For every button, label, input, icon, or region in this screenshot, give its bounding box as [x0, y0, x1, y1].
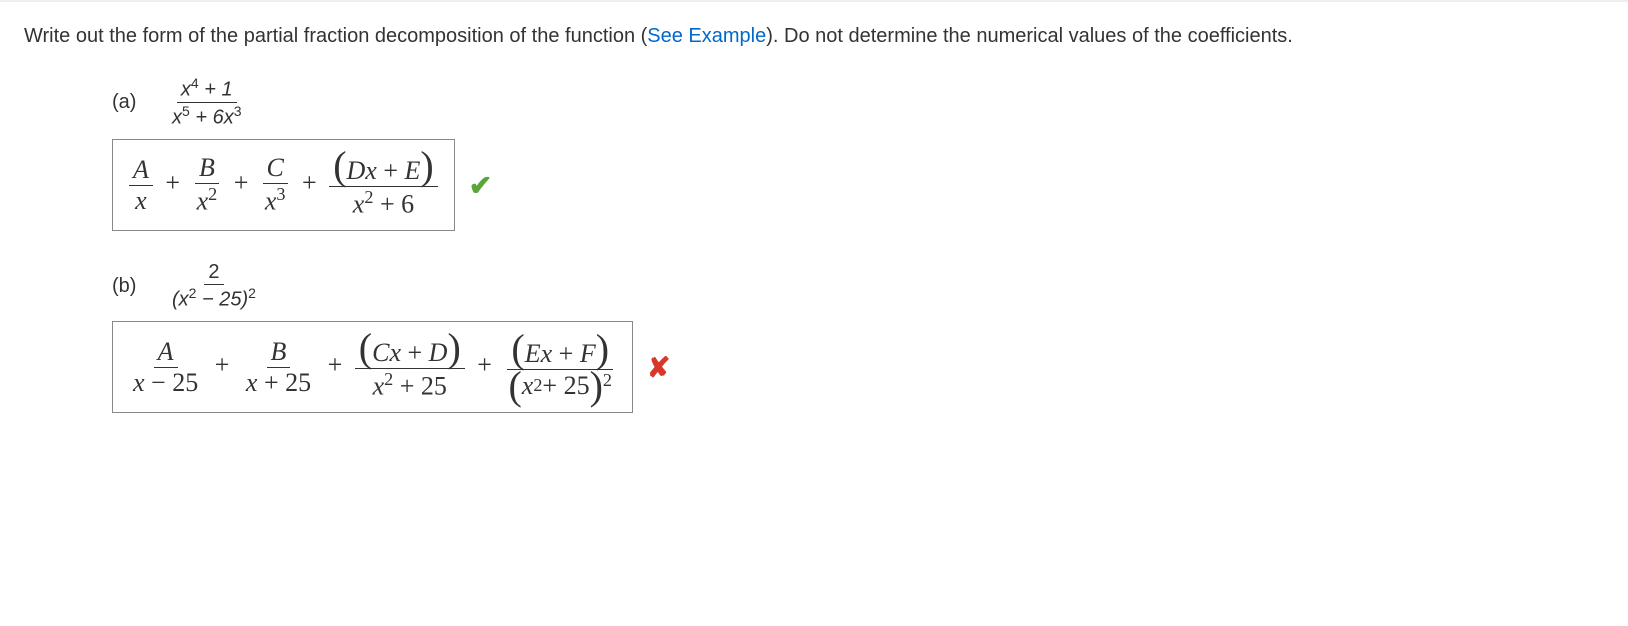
- plus-op: +: [159, 168, 186, 197]
- see-example-link[interactable]: See Example: [647, 25, 766, 47]
- part-b-label: (b): [112, 275, 144, 298]
- part-a-answer-box[interactable]: A x + B x2 + C x3 + (Dx + E) x2 + 6: [112, 139, 455, 230]
- part-b-answer-box[interactable]: A x − 25 + B x + 25 + (Cx + D) x2 + 25 +…: [112, 321, 633, 412]
- term-b3-den: x2 + 25: [369, 369, 451, 402]
- term-b1: A x − 25: [129, 337, 202, 398]
- term-a1-den: x: [131, 186, 151, 216]
- plus-op: +: [296, 168, 323, 197]
- part-a: (a) x4 + 1 x5 + 6x3 A x + B x2 + C x3 + …: [112, 75, 1604, 231]
- part-b-q-denominator: (x2 − 25)2: [168, 285, 260, 312]
- plus-op: +: [322, 350, 349, 379]
- term-b2: B x + 25: [242, 337, 315, 398]
- checkmark-icon: ✔: [469, 169, 492, 202]
- term-b3-num: (Cx + D): [355, 332, 465, 369]
- plus-op: +: [209, 350, 236, 379]
- term-a2: B x2: [193, 153, 222, 216]
- term-a4-den: x2 + 6: [349, 187, 418, 220]
- term-a2-num: B: [195, 153, 219, 184]
- cross-icon: ✘: [647, 351, 670, 384]
- plus-op: +: [471, 350, 498, 379]
- term-b4: (Ex + F) (x2 + 25)2: [504, 333, 616, 402]
- term-a4: (Dx + E) x2 + 6: [329, 150, 438, 219]
- term-b2-den: x + 25: [242, 368, 315, 398]
- term-b2-num: B: [267, 337, 291, 368]
- term-a3-num: C: [263, 153, 288, 184]
- term-a2-den: x2: [193, 184, 222, 217]
- term-a3: C x3: [261, 153, 290, 216]
- part-b-question-fraction: 2 (x2 − 25)2: [168, 261, 260, 312]
- term-b1-den: x − 25: [129, 368, 202, 398]
- plus-op: +: [228, 168, 255, 197]
- part-a-label: (a): [112, 91, 144, 114]
- part-b: (b) 2 (x2 − 25)2 A x − 25 + B x + 25 + (…: [112, 261, 1604, 413]
- term-a4-num: (Dx + E): [329, 150, 438, 187]
- term-b1-num: A: [154, 337, 178, 368]
- part-a-q-denominator: x5 + 6x3: [168, 103, 246, 130]
- part-b-q-numerator: 2: [204, 261, 223, 285]
- term-a3-den: x3: [261, 184, 290, 217]
- term-a1-num: A: [129, 155, 153, 186]
- term-b3: (Cx + D) x2 + 25: [355, 332, 465, 401]
- part-a-question-fraction: x4 + 1 x5 + 6x3: [168, 75, 246, 129]
- instruction-text: Write out the form of the partial fracti…: [24, 22, 1604, 51]
- term-b4-den: (x2 + 25)2: [504, 370, 616, 402]
- instruction-post: ). Do not determine the numerical values…: [766, 25, 1293, 47]
- term-a1: A x: [129, 155, 153, 216]
- instruction-pre: Write out the form of the partial fracti…: [24, 25, 647, 47]
- part-a-q-numerator: x4 + 1: [177, 75, 237, 103]
